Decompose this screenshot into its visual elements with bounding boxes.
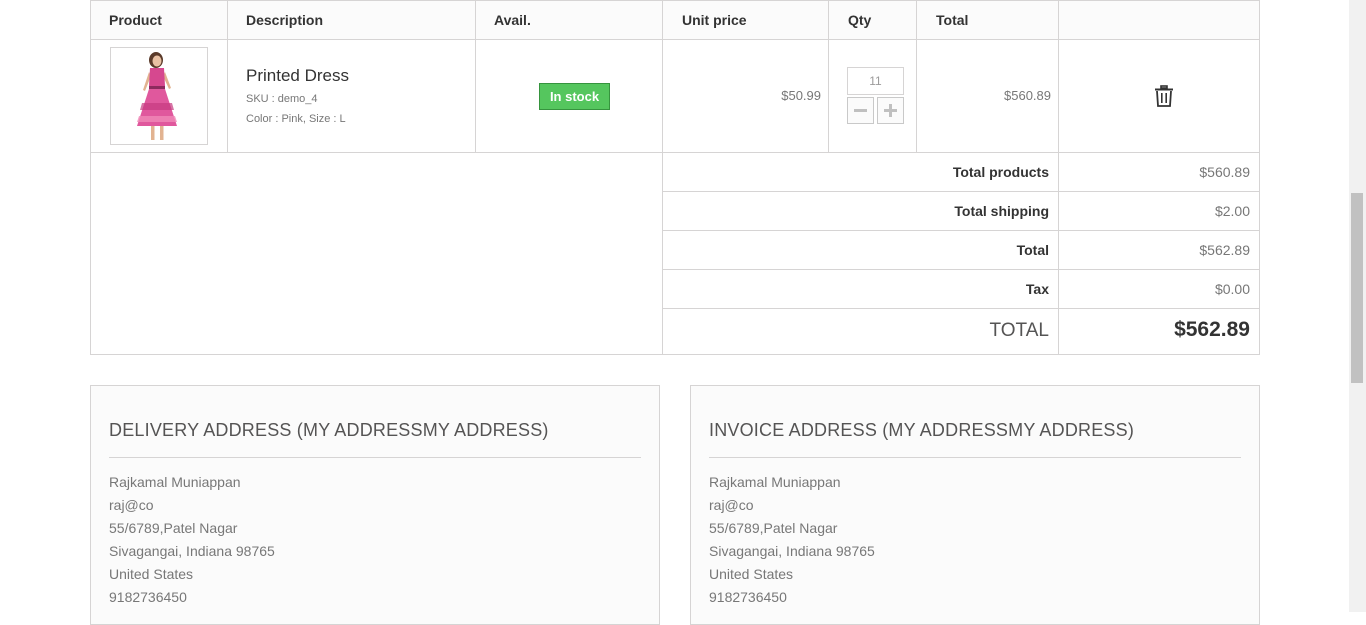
invoice-address-title: INVOICE ADDRESS (MY ADDRESSMY ADDRESS) [709, 420, 1135, 440]
plus-icon [884, 104, 897, 117]
summary-label-tax: Tax [1025, 281, 1049, 297]
invoice-address-street: 55/6789,Patel Nagar [709, 520, 838, 536]
trash-icon [1155, 85, 1173, 107]
dress-image [111, 48, 207, 144]
qty-decrease-button[interactable] [847, 97, 874, 124]
minus-icon [854, 109, 867, 112]
delivery-address-street: 55/6789,Patel Nagar [109, 520, 238, 536]
summary-value-tax: $0.00 [1214, 281, 1250, 297]
stock-status-badge: In stock [539, 83, 610, 110]
vertical-scrollbar[interactable] [1349, 0, 1366, 612]
qty-increase-button[interactable] [877, 97, 904, 124]
product-attributes[interactable]: Color : Pink, Size : L [246, 113, 346, 125]
grand-total-value: $562.89 [1174, 318, 1250, 341]
invoice-address-company: raj@co [709, 497, 754, 513]
header-product: Product [109, 12, 162, 28]
invoice-address-country: United States [709, 566, 794, 582]
line-total-value: $560.89 [1004, 88, 1051, 103]
invoice-address-box: INVOICE ADDRESS (MY ADDRESSMY ADDRESS) R… [690, 385, 1260, 625]
scrollbar-thumb[interactable] [1351, 193, 1363, 383]
delivery-address-company: raj@co [109, 497, 154, 513]
header-qty: Qty [848, 12, 872, 28]
product-thumbnail[interactable] [110, 47, 208, 145]
summary-label-total-products: Total products [952, 164, 1049, 180]
header-description: Description [246, 12, 324, 28]
summary-value-total: $562.89 [1199, 242, 1250, 258]
delivery-address-title: DELIVERY ADDRESS (MY ADDRESSMY ADDRESS) [109, 420, 549, 440]
product-sku: SKU : demo_4 [246, 93, 318, 105]
summary-value-total-shipping: $2.00 [1214, 203, 1250, 219]
grand-total-label: TOTAL [989, 320, 1049, 341]
cart-summary-table: Product Description Avail. Unit price Qt… [90, 0, 1260, 355]
order-summary-page: Product Description Avail. Unit price Qt… [0, 0, 1349, 625]
unit-price-value: $50.99 [781, 88, 821, 103]
summary-label-total-shipping: Total shipping [954, 203, 1049, 219]
summary-value-total-products: $560.89 [1199, 164, 1250, 180]
delivery-address-name: Rajkamal Muniappan [109, 474, 241, 490]
invoice-address-city: Sivagangai, Indiana 98765 [709, 543, 875, 559]
header-total: Total [936, 12, 969, 28]
delivery-address-phone: 9182736450 [109, 589, 187, 605]
header-unit-price: Unit price [682, 12, 747, 28]
invoice-address-phone: 9182736450 [709, 589, 787, 605]
header-avail: Avail. [494, 12, 531, 28]
delivery-address-country: United States [109, 566, 194, 582]
delete-item-button[interactable] [1154, 85, 1174, 107]
summary-label-total: Total [1016, 242, 1049, 258]
quantity-input[interactable] [847, 67, 904, 95]
product-name-link[interactable]: Printed Dress [246, 66, 349, 86]
delivery-address-box: DELIVERY ADDRESS (MY ADDRESSMY ADDRESS) … [90, 385, 660, 625]
delivery-address-city: Sivagangai, Indiana 98765 [109, 543, 275, 559]
invoice-address-name: Rajkamal Muniappan [709, 474, 841, 490]
